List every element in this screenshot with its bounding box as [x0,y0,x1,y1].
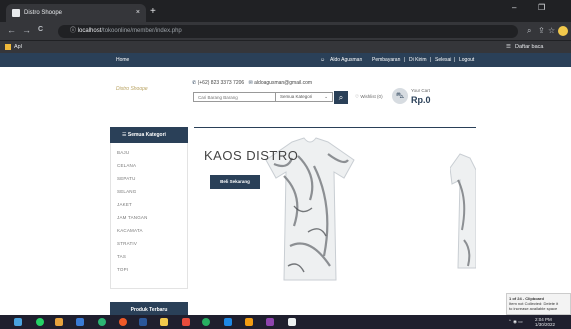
nav-dikirim[interactable]: Di Kirim [409,53,427,67]
reading-list[interactable]: Daftar baca [515,41,543,53]
minimize-icon[interactable]: – [512,3,516,12]
app-icon[interactable] [224,318,232,326]
back-icon[interactable]: ← [7,24,16,36]
bookmark-star-icon[interactable]: ☆ [548,25,555,37]
categories-header[interactable]: ☰ Semua Kategori [110,127,188,143]
category-item[interactable]: KACAMATA [117,228,143,233]
site-logo[interactable]: Distro Shoope [116,78,156,100]
search-button[interactable]: ⌕ [334,91,348,104]
url-bar[interactable]: ⓘ localhost/tokoonline/member/index.php [58,25,518,38]
cart-label: Your Cart [411,88,430,93]
system-tray-icons[interactable]: ⌃ ◉ ▭ [508,319,522,324]
category-item[interactable]: TOPI [117,267,128,272]
user-name[interactable]: Aldo Agusman [330,53,362,67]
category-item[interactable]: JAKET [117,202,132,207]
banner-title: KAOS DISTRO [204,148,299,163]
chrome-icon[interactable] [202,318,210,326]
category-item[interactable]: SEPATU [117,176,136,181]
app-icon[interactable] [266,318,274,326]
contact-info: ✆ (+62) 823 3373 7206 ✉ aldoagusman@gmai… [192,80,312,86]
new-tab-button[interactable]: + [150,4,156,20]
menu-icon: ☰ [122,132,127,138]
home-link[interactable]: Home [116,53,129,67]
edge-icon[interactable] [98,318,106,326]
browser-title-bar: Distro Shoope × + – ❐ [0,0,571,22]
share-icon[interactable]: ⇪ [538,25,545,37]
nav-separator: | [454,57,456,63]
clipboard-line2: to increase available space [509,306,558,311]
vlc-icon[interactable] [55,318,63,326]
chevron-down-icon: ⌄ [324,94,328,99]
category-item[interactable]: CELANA [117,163,136,168]
user-icon: ☺ [320,57,326,63]
category-item[interactable]: STRATIV [117,241,137,246]
buy-now-button[interactable]: Beli Sekarang [210,175,260,189]
word-icon[interactable] [139,318,147,326]
search-icon: ⌕ [338,93,344,102]
reload-icon[interactable]: C [38,24,43,36]
clipboard-notification[interactable]: 1 of 24 - Clipboard Item not Collected: … [506,293,571,315]
email-address: aldoagusman@gmail.com [254,80,313,86]
explorer-icon[interactable] [76,318,84,326]
url-host: localhost [77,28,102,34]
browser-icon[interactable] [119,318,127,326]
close-tab-icon[interactable]: × [136,4,140,22]
profile-avatar[interactable] [558,26,568,36]
restore-icon[interactable]: ❐ [538,3,545,12]
url-path: /tokoonline/member/index.php [101,28,182,34]
app-icon[interactable] [288,318,296,326]
site-top-nav: Home ☺ Aldo Agusman Pembayaran | Di Kiri… [0,53,571,67]
browser-tab[interactable]: Distro Shoope × [6,4,146,22]
nav-pembayaran[interactable]: Pembayaran [372,53,400,67]
search-icon[interactable]: ⌕ [527,25,531,37]
forward-icon[interactable]: → [22,24,31,36]
categories-header-label: Semua Kategori [127,132,166,138]
nav-separator: | [430,57,432,63]
start-icon[interactable] [14,318,22,326]
tab-title: Distro Shoope [24,10,63,16]
category-item[interactable]: TAS [117,254,126,259]
wishlist-label: Wishlist (0) [360,94,383,99]
clock[interactable]: 2:04 PM 1/30/2022 [535,317,555,327]
windows-taskbar: ⌃ ◉ ▭ 2:04 PM 1/30/2022 [0,315,571,329]
folder-icon[interactable] [245,318,253,326]
heart-icon: ♡ [355,94,360,99]
whatsapp-icon[interactable] [36,318,44,326]
category-item[interactable]: BAJU [117,150,129,155]
cart-icon[interactable]: ⛍ [392,88,408,104]
app-icon[interactable] [160,318,168,326]
favicon-icon [12,9,20,17]
reading-list-icon[interactable]: ☰ [506,41,511,53]
apps-grid-icon [5,44,11,50]
nav-logout[interactable]: Logout [459,53,474,67]
bookmarks-bar: Apl ☰ Daftar baca [0,40,571,53]
category-item[interactable]: SELANG [117,189,136,194]
hero-banner: KAOS DISTRO Beli Sekarang [194,127,476,291]
phone-icon: ✆ [192,80,197,86]
bookmark-apps[interactable]: Apl [14,41,22,53]
cart-total[interactable]: Rp.0 [411,95,431,105]
tshirt-image-next [450,153,476,269]
clock-date: 1/30/2022 [535,322,556,327]
category-select-value: Semua Kategori [280,94,313,99]
app-icon[interactable] [182,318,190,326]
category-list: BAJU CELANA SEPATU SELANG JAKET JAM TANG… [110,143,188,289]
nav-selesai[interactable]: Selesai [435,53,451,67]
phone-number: (+62) 823 3373 7206 [197,80,245,86]
secure-icon: ⓘ [70,28,77,34]
email-icon: ✉ [248,80,253,86]
category-item[interactable]: JAM TANGAN [117,215,148,220]
nav-separator: | [404,57,406,63]
category-select[interactable]: Semua Kategori ⌄ [275,92,331,102]
wishlist-link[interactable]: ♡ Wishlist (0) [355,94,383,100]
